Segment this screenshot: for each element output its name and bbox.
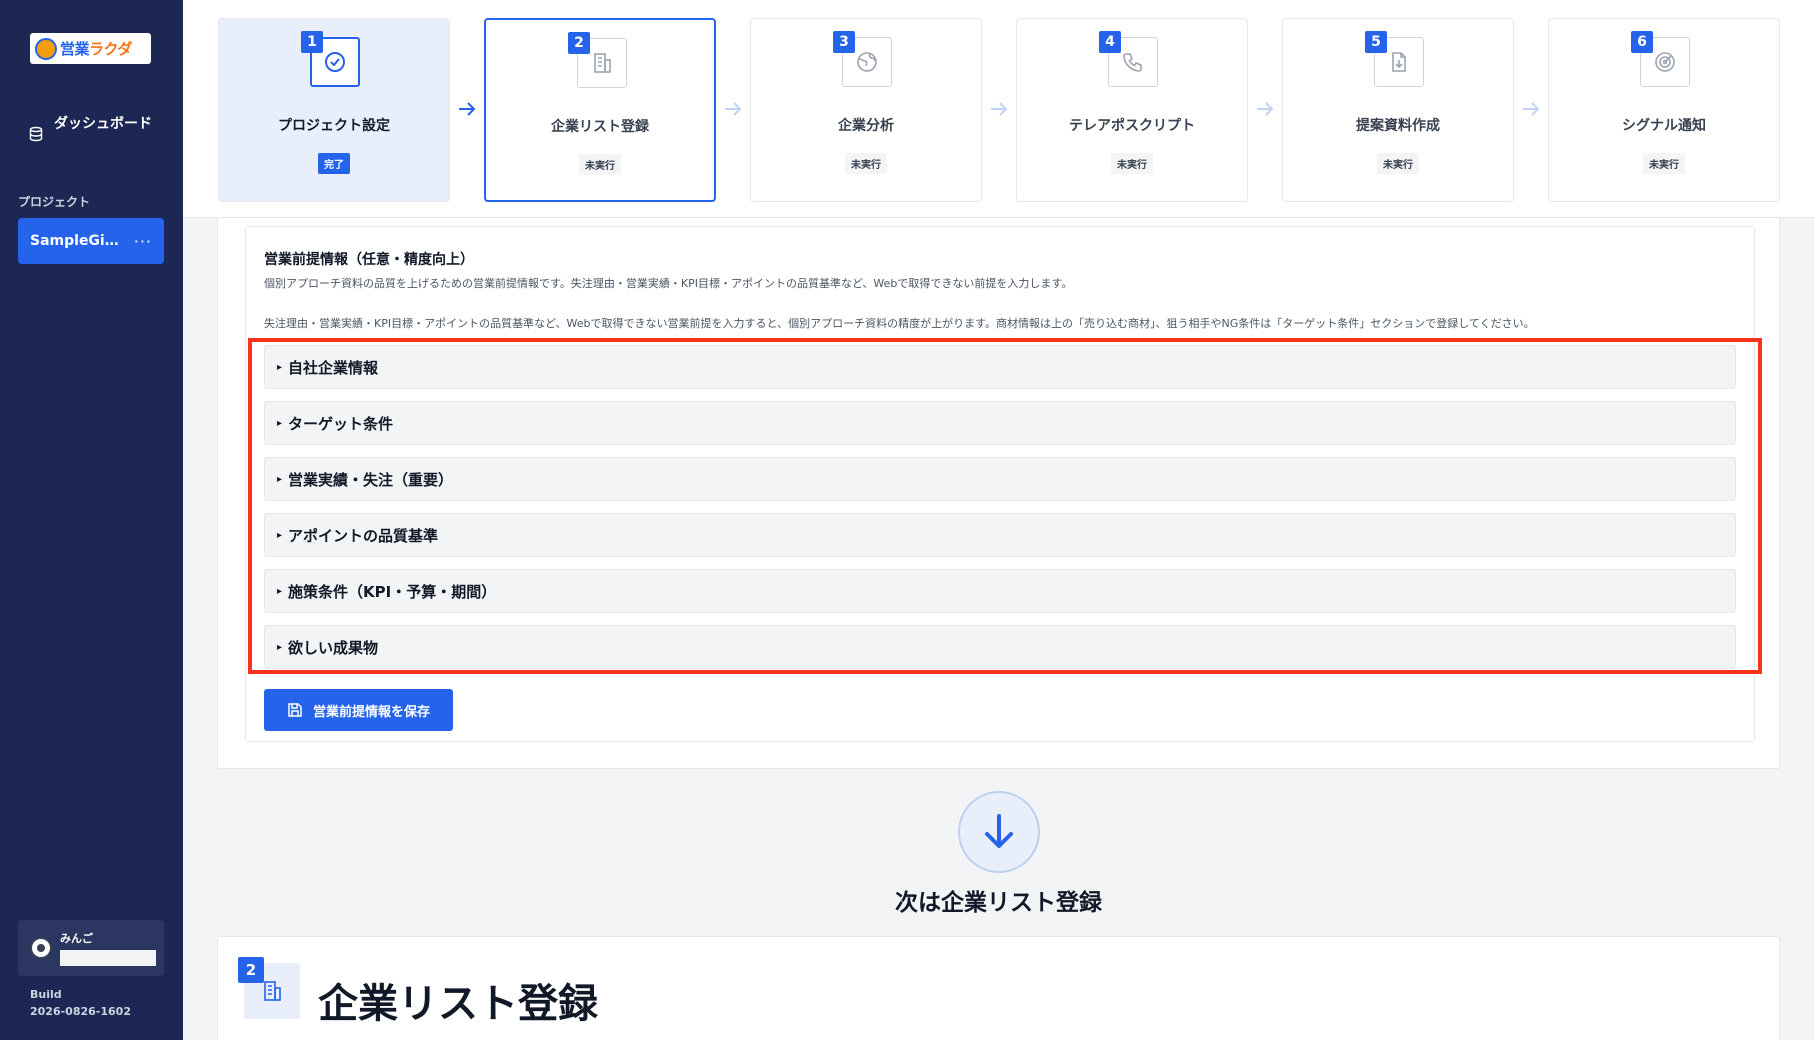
accordion-label: 営業実績・失注（重要） xyxy=(288,470,454,489)
workflow-steps: 1 プロジェクト設定 完了 2 企業リスト登録 未実行 3 企業分析 未実行 4… xyxy=(183,0,1814,218)
step-signal-notify[interactable]: 6 シグナル通知 未実行 xyxy=(1548,18,1780,202)
save-button-label: 営業前提情報を保存 xyxy=(312,704,430,720)
section-number: 2 xyxy=(238,957,264,983)
expand-triangle-icon: ▸ xyxy=(277,585,283,597)
step-title: テレアポスクリプト xyxy=(1069,118,1195,134)
step-title: 企業分析 xyxy=(838,118,894,134)
step-number: 3 xyxy=(833,31,855,53)
accordion-deliverables[interactable]: ▸ 欲しい成果物 xyxy=(264,625,1736,669)
arrow-right-icon xyxy=(725,102,742,116)
step-teleapo-script[interactable]: 4 テレアポスクリプト 未実行 xyxy=(1016,18,1248,202)
save-icon xyxy=(288,703,302,717)
save-premise-button[interactable]: 営業前提情報を保存 xyxy=(264,689,453,731)
section-description: 個別アプローチ資料の品質を上げるための営業前提情報です。失注理由・営業実績・KP… xyxy=(264,277,1073,290)
section-heading: 営業前提情報（任意・精度向上） xyxy=(264,252,474,268)
step-title: 企業リスト登録 xyxy=(551,119,649,135)
step-proposal-doc[interactable]: 5 提案資料作成 未実行 xyxy=(1282,18,1514,202)
app-logo[interactable]: 営業ラクダ xyxy=(30,33,151,64)
status-badge: 未実行 xyxy=(579,154,621,175)
next-step-button[interactable] xyxy=(958,791,1040,873)
arrow-right-icon xyxy=(1257,102,1274,116)
expand-triangle-icon: ▸ xyxy=(277,529,283,541)
company-list-section: 2 企業リスト登録 xyxy=(217,936,1780,1040)
step-number: 6 xyxy=(1631,31,1653,53)
step-project-settings[interactable]: 1 プロジェクト設定 完了 xyxy=(218,18,450,202)
avatar xyxy=(30,937,52,959)
projects-section-label: プロジェクト xyxy=(18,195,91,209)
accordion-label: 自社企業情報 xyxy=(288,358,379,377)
status-badge: 未実行 xyxy=(1643,153,1685,174)
user-card[interactable]: みんご xyxy=(18,920,164,976)
step-title: シグナル通知 xyxy=(1622,118,1706,134)
step-number: 2 xyxy=(568,32,590,54)
accordion-label: アポイントの品質基準 xyxy=(288,526,439,545)
sidebar-item-dashboard[interactable]: ダッシュボード xyxy=(28,114,168,142)
arrow-right-icon xyxy=(991,102,1008,116)
accordion-campaign-conditions[interactable]: ▸ 施策条件（KPI・予算・期間） xyxy=(264,569,1736,613)
accordion-appointment-quality[interactable]: ▸ アポイントの品質基準 xyxy=(264,513,1736,557)
project-settings-panel: 営業前提情報（任意・精度向上） 個別アプローチ資料の品質を上げるための営業前提情… xyxy=(217,218,1780,769)
section-title: 企業リスト登録 xyxy=(318,981,598,1027)
accordion-label: ターゲット条件 xyxy=(288,414,394,433)
step-title: プロジェクト設定 xyxy=(278,118,390,134)
accordion-label: 施策条件（KPI・予算・期間） xyxy=(288,582,497,601)
accordion-sales-results[interactable]: ▸ 営業実績・失注（重要） xyxy=(264,457,1736,501)
sidebar-item-label: ダッシュボード xyxy=(54,116,152,132)
build-label: Build xyxy=(30,988,62,1001)
user-name: みんご xyxy=(60,932,93,945)
build-info: Build 2026-0826-1602 xyxy=(30,986,131,1020)
project-name: SampleGi… xyxy=(30,233,119,249)
database-icon xyxy=(29,126,43,142)
user-email-redacted xyxy=(60,950,156,966)
section-help-text: 失注理由・営業実績・KPI目標・アポイントの品質基準など、Webで取得できない営… xyxy=(264,317,1535,330)
step-company-analysis[interactable]: 3 企業分析 未実行 xyxy=(750,18,982,202)
step-title: 提案資料作成 xyxy=(1356,118,1440,134)
sidebar-item-project[interactable]: SampleGi… ··· xyxy=(18,218,164,264)
status-badge: 未実行 xyxy=(1111,153,1153,174)
status-badge: 完了 xyxy=(318,153,350,174)
accordion-company-info[interactable]: ▸ 自社企業情報 xyxy=(264,345,1736,389)
next-step-label: 次は企業リスト登録 xyxy=(895,890,1102,916)
step-number: 5 xyxy=(1365,31,1387,53)
arrow-right-icon xyxy=(459,102,476,116)
expand-triangle-icon: ▸ xyxy=(277,417,283,429)
expand-triangle-icon: ▸ xyxy=(277,641,283,653)
status-badge: 未実行 xyxy=(1377,153,1419,174)
step-number: 1 xyxy=(301,31,323,53)
build-value: 2026-0826-1602 xyxy=(30,1005,131,1018)
step-company-list[interactable]: 2 企業リスト登録 未実行 xyxy=(484,18,716,202)
step-number: 4 xyxy=(1099,31,1121,53)
arrow-right-icon xyxy=(1523,102,1540,116)
status-badge: 未実行 xyxy=(845,153,887,174)
accordion-target-conditions[interactable]: ▸ ターゲット条件 xyxy=(264,401,1736,445)
logo-text: 営業ラクダ xyxy=(60,40,132,58)
camel-logo-icon xyxy=(35,37,57,60)
sales-premise-card: 営業前提情報（任意・精度向上） 個別アプローチ資料の品質を上げるための営業前提情… xyxy=(245,226,1755,742)
expand-triangle-icon: ▸ xyxy=(277,473,283,485)
accordion-label: 欲しい成果物 xyxy=(288,638,379,657)
more-options-icon[interactable]: ··· xyxy=(134,232,152,251)
expand-triangle-icon: ▸ xyxy=(277,361,283,373)
arrow-down-icon xyxy=(985,814,1013,848)
